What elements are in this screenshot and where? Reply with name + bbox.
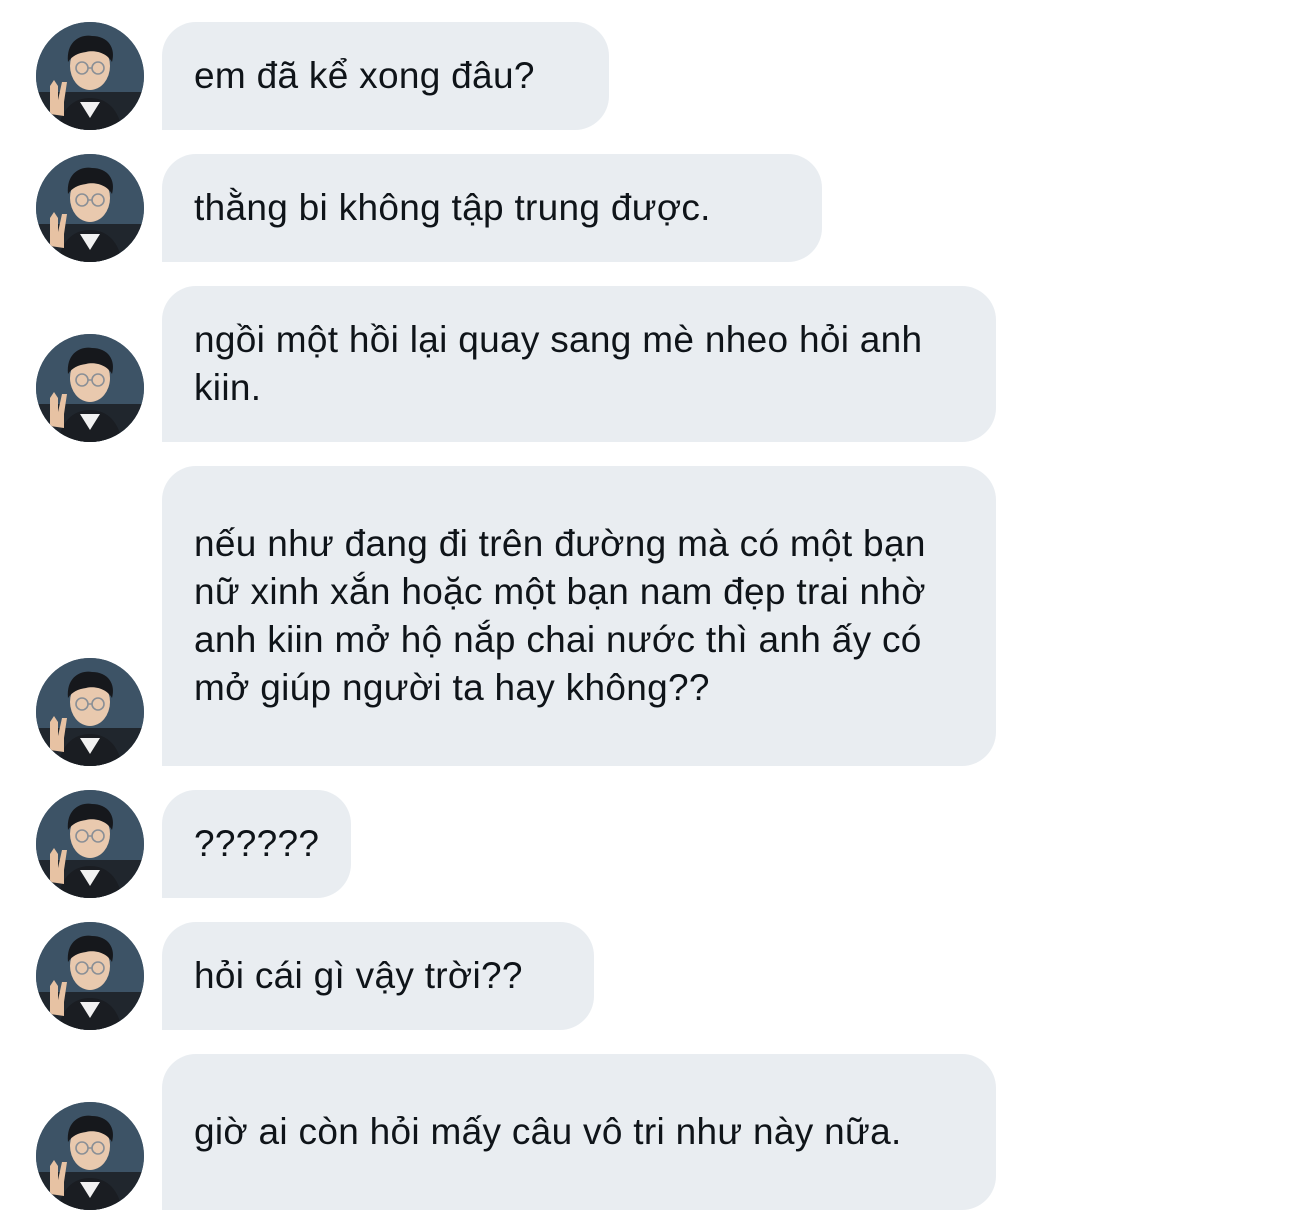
message-bubble[interactable]: ngồi một hồi lại quay sang mè nheo hỏi a… bbox=[162, 286, 996, 442]
avatar[interactable] bbox=[36, 334, 144, 442]
message-bubble[interactable]: thằng bi không tập trung được. bbox=[162, 154, 822, 262]
avatar[interactable] bbox=[36, 22, 144, 130]
profile-photo-icon bbox=[36, 790, 144, 898]
profile-photo-icon bbox=[36, 334, 144, 442]
message-text: ngồi một hồi lại quay sang mè nheo hỏi a… bbox=[194, 319, 923, 408]
profile-photo-icon bbox=[36, 1102, 144, 1210]
avatar[interactable] bbox=[36, 154, 144, 262]
profile-photo-icon bbox=[36, 922, 144, 1030]
message-bubble[interactable]: em đã kể xong đâu? bbox=[162, 22, 609, 130]
profile-photo-icon bbox=[36, 22, 144, 130]
avatar[interactable] bbox=[36, 922, 144, 1030]
avatar[interactable] bbox=[36, 658, 144, 766]
profile-photo-icon bbox=[36, 658, 144, 766]
avatar[interactable] bbox=[36, 790, 144, 898]
message-bubble[interactable]: nếu như đang đi trên đường mà có một bạn… bbox=[162, 466, 996, 766]
avatar[interactable] bbox=[36, 1102, 144, 1210]
message-text: hỏi cái gì vậy trời?? bbox=[194, 955, 523, 996]
message-bubble[interactable]: hỏi cái gì vậy trời?? bbox=[162, 922, 594, 1030]
message-text: em đã kể xong đâu? bbox=[194, 55, 535, 96]
message-text: ?????? bbox=[194, 823, 320, 864]
message-text: nếu như đang đi trên đường mà có một bạn… bbox=[194, 523, 926, 708]
message-bubble[interactable]: ?????? bbox=[162, 790, 351, 898]
message-bubble[interactable]: giờ ai còn hỏi mấy câu vô tri như này nữ… bbox=[162, 1054, 996, 1210]
message-text: thằng bi không tập trung được. bbox=[194, 187, 711, 228]
message-text: giờ ai còn hỏi mấy câu vô tri như này nữ… bbox=[194, 1111, 902, 1152]
profile-photo-icon bbox=[36, 154, 144, 262]
